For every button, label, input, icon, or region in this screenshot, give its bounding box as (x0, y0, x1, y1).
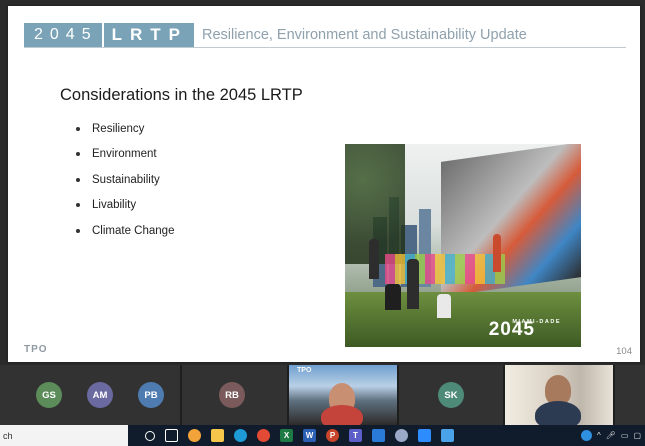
powerpoint-icon[interactable]: P (326, 429, 339, 442)
bullet-item: Climate Change (76, 218, 174, 244)
page-number: 104 (616, 346, 632, 357)
bullet-item: Livability (76, 193, 174, 219)
presentation-slide: 2045 LRTP Resilience, Environment and Su… (8, 6, 640, 362)
header-lrtp: LRTP (101, 22, 194, 47)
weather-icon[interactable] (188, 429, 201, 442)
participant-avatar[interactable]: GS (36, 382, 62, 408)
participant-tile[interactable] (615, 365, 645, 425)
bullet-item: Resiliency (76, 116, 174, 142)
slide-header: 2045 LRTP Resilience, Environment and Su… (24, 22, 626, 48)
tpo-logo: TPO (24, 344, 48, 355)
bullet-dot-icon (76, 203, 80, 208)
teams-icon[interactable]: T (349, 429, 362, 442)
help-icon[interactable] (580, 430, 592, 441)
taskbar-icons: X W P T (140, 429, 459, 442)
participant-strip: GS AM PB RB SK TPO (0, 365, 645, 425)
screen: 2045 LRTP Resilience, Environment and Su… (0, 0, 645, 446)
header-year: 2045 (24, 22, 102, 47)
windows-taskbar: ch X W P T ^ 🎤︎ ▭ ▢ (0, 425, 645, 446)
participant-avatar[interactable]: SK (438, 382, 464, 408)
file-explorer-icon[interactable] (211, 429, 224, 442)
slide-heading: Considerations in the 2045 LRTP (60, 86, 303, 104)
edge-icon[interactable] (234, 429, 247, 442)
video-label: TPO (297, 367, 312, 374)
participant-video[interactable] (505, 365, 613, 425)
task-view-icon[interactable] (165, 429, 178, 442)
header-title: Resilience, Environment and Sustainabili… (201, 26, 527, 43)
chevron-up-icon[interactable]: ^ (597, 431, 601, 440)
participant-avatar[interactable]: AM (87, 382, 113, 408)
excel-icon[interactable]: X (280, 429, 293, 442)
artwork-year: 2045 (488, 319, 535, 340)
word-icon[interactable]: W (303, 429, 316, 442)
taskbar-search-field[interactable]: ch (0, 425, 128, 446)
folder-icon[interactable] (441, 429, 454, 442)
lrtp-cover-artwork: MIAMI-DADE 2045 (345, 144, 581, 347)
bullet-dot-icon (76, 177, 80, 182)
participant-avatar[interactable]: PB (138, 382, 164, 408)
network-icon[interactable]: ▭ (621, 431, 629, 440)
participant-video[interactable]: TPO (289, 365, 397, 425)
chrome-icon[interactable] (257, 429, 270, 442)
microphone-icon[interactable]: 🎤︎ (606, 431, 616, 440)
notification-icon[interactable]: ▢ (633, 431, 641, 440)
bullet-list: Resiliency Environment Sustainability Li… (76, 116, 174, 244)
bullet-dot-icon (76, 152, 80, 157)
bullet-dot-icon (76, 126, 80, 131)
photos-icon[interactable] (395, 429, 408, 442)
system-tray: ^ 🎤︎ ▭ ▢ (576, 425, 641, 446)
bullet-item: Sustainability (76, 167, 174, 193)
bullet-dot-icon (76, 228, 80, 233)
search-circle-icon[interactable] (145, 430, 155, 441)
mail-icon[interactable] (372, 429, 385, 442)
zoom-icon[interactable] (418, 429, 431, 442)
participant-avatar[interactable]: RB (219, 382, 245, 408)
bullet-item: Environment (76, 142, 174, 168)
